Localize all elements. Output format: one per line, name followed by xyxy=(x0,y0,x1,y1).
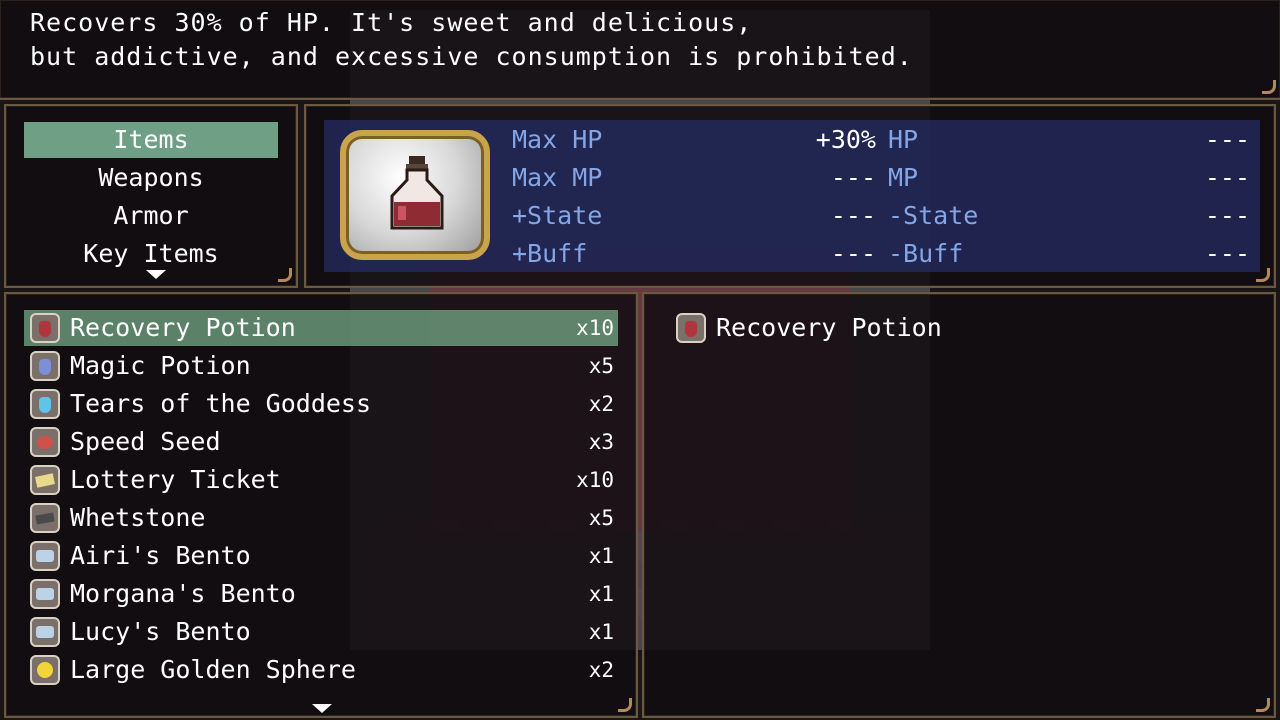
ticket-icon xyxy=(30,465,60,495)
stat-value-remove-state: --- xyxy=(1204,201,1250,230)
item-row-morganas-bento[interactable]: Morgana's Bento x1 xyxy=(24,576,618,612)
item-portrait-frame xyxy=(340,130,490,260)
detail-item-name: Recovery Potion xyxy=(716,313,942,342)
stat-value-add-state: --- xyxy=(830,201,876,230)
window-corner-ornament xyxy=(1256,698,1270,712)
item-row-magic-potion[interactable]: Magic Potion x5 xyxy=(24,348,618,384)
item-name: Speed Seed xyxy=(70,427,221,456)
category-window: Items Weapons Armor Key Items xyxy=(4,104,298,288)
item-name: Airi's Bento xyxy=(70,541,251,570)
category-key-items[interactable]: Key Items xyxy=(24,236,278,272)
item-count: x10 xyxy=(576,316,614,340)
stat-label-add-state: +State xyxy=(512,201,603,230)
stat-label-mp: MP xyxy=(888,163,919,192)
category-weapons[interactable]: Weapons xyxy=(24,160,278,196)
stat-label-hp: HP xyxy=(888,125,919,154)
item-status-window: Max HP +30% HP --- Max MP --- MP --- +St… xyxy=(304,104,1276,288)
stat-value-remove-buff: --- xyxy=(1204,239,1250,268)
window-corner-ornament xyxy=(278,268,292,282)
item-row-airis-bento[interactable]: Airi's Bento x1 xyxy=(24,538,618,574)
item-name: Whetstone xyxy=(70,503,206,532)
item-row-recovery-potion[interactable]: Recovery Potion x10 xyxy=(24,310,618,346)
item-row-large-golden-sphere[interactable]: Large Golden Sphere x2 xyxy=(24,652,618,688)
stat-label-add-buff: +Buff xyxy=(512,239,588,268)
stat-value-add-buff: --- xyxy=(830,239,876,268)
whetstone-icon xyxy=(30,503,60,533)
scroll-down-arrow-icon[interactable] xyxy=(312,704,332,713)
item-count: x1 xyxy=(588,582,614,606)
item-name: Morgana's Bento xyxy=(70,579,296,608)
item-row-lottery-ticket[interactable]: Lottery Ticket x10 xyxy=(24,462,618,498)
bento-icon xyxy=(30,579,60,609)
item-row-whetstone[interactable]: Whetstone x5 xyxy=(24,500,618,536)
category-armor[interactable]: Armor xyxy=(24,198,278,234)
item-row-tears-of-the-goddess[interactable]: Tears of the Goddess x2 xyxy=(24,386,618,422)
stat-label-max-mp: Max MP xyxy=(512,163,603,192)
window-corner-ornament xyxy=(1256,268,1270,282)
item-row-lucys-bento[interactable]: Lucy's Bento x1 xyxy=(24,614,618,650)
item-count: x1 xyxy=(588,620,614,644)
stat-value-mp: --- xyxy=(1204,163,1250,192)
item-name: Tears of the Goddess xyxy=(70,389,372,418)
item-name: Magic Potion xyxy=(70,351,251,380)
scroll-down-arrow-icon[interactable] xyxy=(146,270,166,279)
stat-value-max-mp: --- xyxy=(830,163,876,192)
item-name: Lottery Ticket xyxy=(70,465,281,494)
item-detail-window: Recovery Potion xyxy=(642,292,1276,718)
help-window: Recovers 30% of HP. It's sweet and delic… xyxy=(0,0,1280,100)
item-count: x2 xyxy=(588,658,614,682)
light-blue-potion-icon xyxy=(30,389,60,419)
recovery-potion-large-icon xyxy=(390,156,444,230)
item-count: x5 xyxy=(588,354,614,378)
item-count: x2 xyxy=(588,392,614,416)
item-count: x3 xyxy=(588,430,614,454)
stat-value-max-hp: +30% xyxy=(815,125,876,154)
blue-potion-icon xyxy=(30,351,60,381)
item-list-window: Recovery Potion x10 Magic Potion x5 Tear… xyxy=(4,292,638,718)
item-count: x5 xyxy=(588,506,614,530)
window-corner-ornament xyxy=(618,698,632,712)
bento-icon xyxy=(30,617,60,647)
item-row-speed-seed[interactable]: Speed Seed x3 xyxy=(24,424,618,460)
category-items[interactable]: Items xyxy=(24,122,278,158)
golden-sphere-icon xyxy=(30,655,60,685)
stat-label-max-hp: Max HP xyxy=(512,125,603,154)
help-line-2: but addictive, and excessive consumption… xyxy=(30,42,913,71)
help-line-1: Recovers 30% of HP. It's sweet and delic… xyxy=(30,8,753,37)
item-count: x10 xyxy=(576,468,614,492)
help-text: Recovers 30% of HP. It's sweet and delic… xyxy=(30,6,913,74)
stat-value-hp: --- xyxy=(1204,125,1250,154)
bento-icon xyxy=(30,541,60,571)
stat-label-remove-buff: -Buff xyxy=(888,239,964,268)
item-name: Recovery Potion xyxy=(70,313,296,342)
item-name: Large Golden Sphere xyxy=(70,655,356,684)
seed-icon xyxy=(30,427,60,457)
red-potion-icon xyxy=(30,313,60,343)
item-name: Lucy's Bento xyxy=(70,617,251,646)
window-corner-ornament xyxy=(1262,80,1276,94)
red-potion-icon xyxy=(676,313,706,343)
item-count: x1 xyxy=(588,544,614,568)
stat-label-remove-state: -State xyxy=(888,201,979,230)
